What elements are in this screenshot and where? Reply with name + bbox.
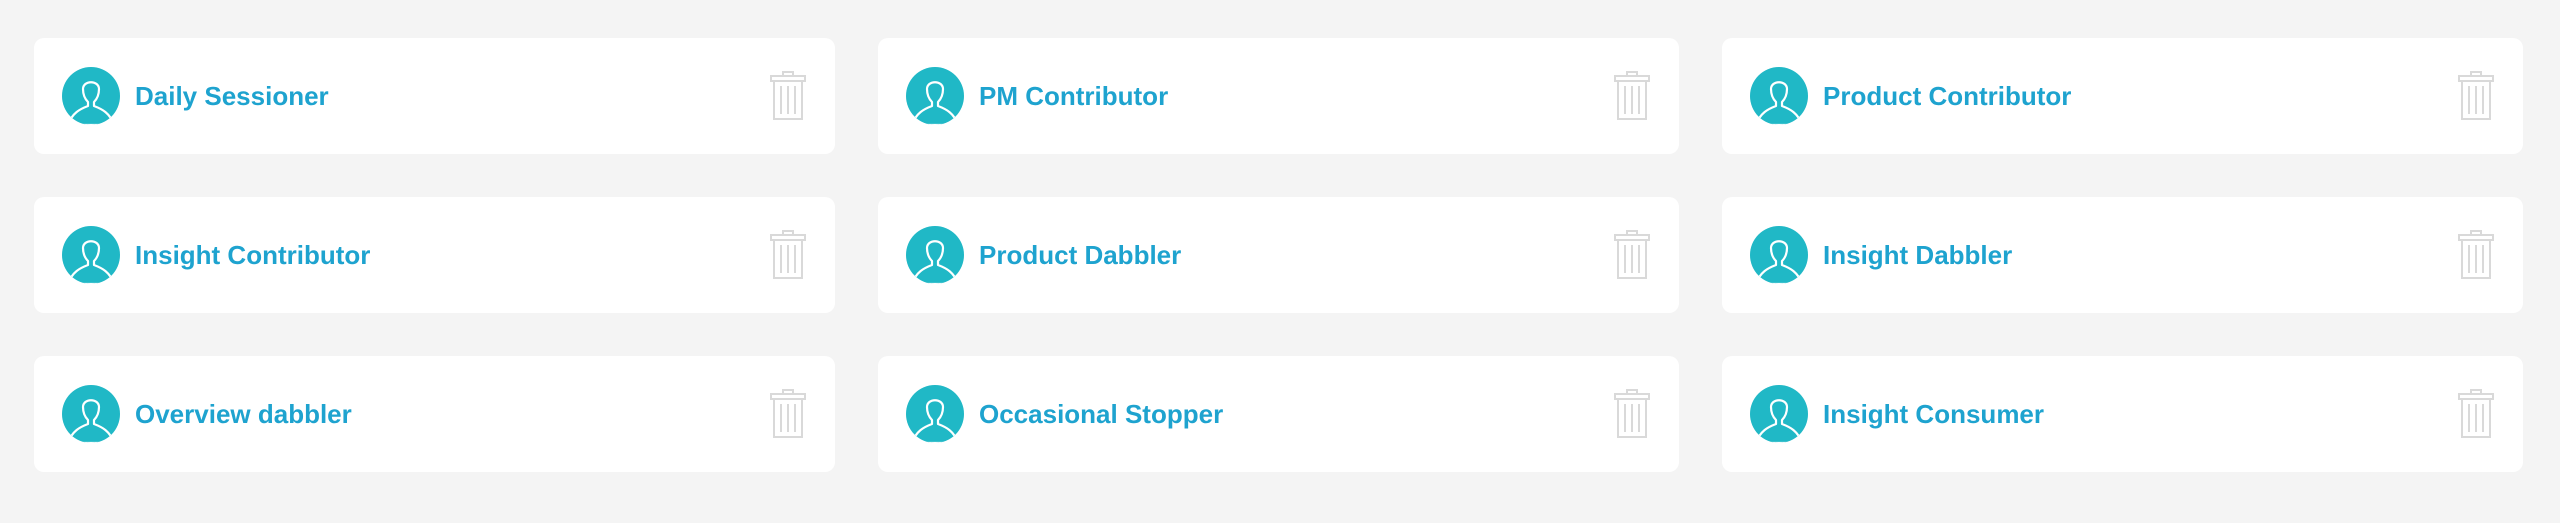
- segment-card[interactable]: Product Contributor: [1722, 38, 2523, 154]
- trash-icon[interactable]: [2457, 389, 2495, 439]
- user-avatar-icon: [62, 226, 120, 284]
- segment-label: Insight Consumer: [1823, 399, 2045, 429]
- user-avatar-icon: [906, 385, 964, 443]
- segment-card[interactable]: Insight Consumer: [1722, 356, 2523, 472]
- segment-label: Insight Dabbler: [1823, 240, 2013, 270]
- user-avatar-icon: [62, 67, 120, 125]
- trash-icon[interactable]: [769, 389, 807, 439]
- user-avatar-icon: [62, 385, 120, 443]
- segment-label: Daily Sessioner: [135, 81, 329, 111]
- trash-icon[interactable]: [1613, 71, 1651, 121]
- trash-icon[interactable]: [2457, 230, 2495, 280]
- trash-icon[interactable]: [1613, 230, 1651, 280]
- segment-card[interactable]: Occasional Stopper: [878, 356, 1679, 472]
- trash-icon[interactable]: [2457, 71, 2495, 121]
- user-avatar-icon: [1750, 67, 1808, 125]
- segment-label: PM Contributor: [979, 81, 1169, 111]
- segment-grid: Daily Sessioner PM Contributor Product C…: [0, 0, 2560, 523]
- segment-card[interactable]: Overview dabbler: [34, 356, 835, 472]
- trash-icon[interactable]: [769, 230, 807, 280]
- trash-icon[interactable]: [769, 71, 807, 121]
- segment-card[interactable]: Insight Contributor: [34, 197, 835, 313]
- segment-card[interactable]: PM Contributor: [878, 38, 1679, 154]
- segment-card[interactable]: Product Dabbler: [878, 197, 1679, 313]
- user-avatar-icon: [906, 226, 964, 284]
- segment-card[interactable]: Insight Dabbler: [1722, 197, 2523, 313]
- segment-label: Overview dabbler: [135, 399, 352, 429]
- user-avatar-icon: [906, 67, 964, 125]
- user-avatar-icon: [1750, 226, 1808, 284]
- trash-icon[interactable]: [1613, 389, 1651, 439]
- segment-label: Product Contributor: [1823, 81, 2072, 111]
- segment-label: Occasional Stopper: [979, 399, 1224, 429]
- segment-card[interactable]: Daily Sessioner: [34, 38, 835, 154]
- segment-label: Insight Contributor: [135, 240, 371, 270]
- segment-label: Product Dabbler: [979, 240, 1182, 270]
- user-avatar-icon: [1750, 385, 1808, 443]
